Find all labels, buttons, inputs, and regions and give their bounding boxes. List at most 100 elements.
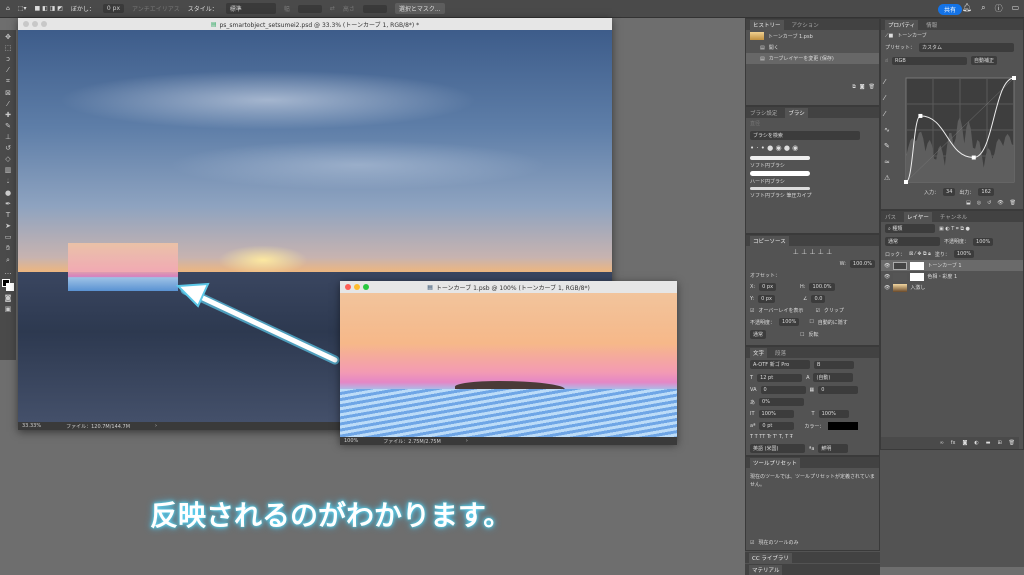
current-tool-checkbox[interactable]: ☑	[750, 540, 754, 546]
trash-icon[interactable]: 🗑︎	[1009, 440, 1015, 446]
gradient-icon[interactable]: ▥	[5, 166, 12, 174]
opacity-field[interactable]: 100%	[973, 237, 994, 246]
frame-icon[interactable]: ⊠	[5, 89, 11, 97]
zoom-level[interactable]: 100%	[344, 438, 358, 444]
language-select[interactable]: 英語 (米国)	[750, 444, 805, 453]
crop-icon[interactable]: ⌗	[6, 77, 10, 86]
move-icon[interactable]: ✥	[5, 33, 11, 41]
tab-brush-settings[interactable]: ブラシ設定	[750, 109, 777, 117]
weight-select[interactable]: B	[814, 360, 854, 369]
select-and-mask-button[interactable]: 選択とマスク...	[394, 3, 445, 14]
new-document-icon[interactable]: ⧉	[852, 84, 856, 90]
angle-field[interactable]: 0.0	[811, 295, 826, 303]
file-size[interactable]: ファイル：2.75M/2.75M	[383, 438, 441, 445]
close-button[interactable]	[23, 21, 29, 27]
hand-icon[interactable]: ✋︎	[6, 244, 10, 253]
screen-mode-icon[interactable]: ▣	[5, 305, 12, 313]
healing-icon[interactable]: ✚	[5, 111, 11, 119]
filter-icons[interactable]: ▣ ◐ T ⌗ ⧉ ●	[939, 226, 970, 232]
text-color-swatch[interactable]	[828, 422, 859, 430]
antialias-checkbox[interactable]: アンチエイリアス	[132, 4, 180, 13]
overlay-checkbox[interactable]: ☑	[750, 308, 754, 314]
curve-point[interactable]	[918, 113, 923, 118]
horizontal-scale[interactable]: 100%	[818, 410, 849, 418]
tab-brush[interactable]: ブラシ	[785, 107, 808, 118]
target-adjust-icon[interactable]: ☝	[885, 58, 888, 64]
view-previous-icon[interactable]: ◎	[977, 200, 981, 206]
lock-icons[interactable]: ⊠ ⁄ ✥ ⧉ 🔒︎	[909, 251, 931, 257]
blend-mode-select[interactable]: 通常	[885, 237, 940, 246]
color-swatches[interactable]	[2, 279, 14, 291]
kerning[interactable]: 0	[760, 386, 806, 394]
eyedropper-icon[interactable]: ⁄	[7, 100, 8, 108]
zoom-icon[interactable]: ⌕	[6, 256, 10, 265]
histogram-warning-icon[interactable]: ⚠	[884, 174, 890, 182]
height-field[interactable]: 100.0%	[809, 283, 835, 291]
tab-materials[interactable]: マテリアル	[749, 564, 783, 575]
feather-input[interactable]: 0 px	[102, 4, 125, 13]
tab-actions[interactable]: アクション	[792, 21, 819, 29]
gray-point-eyedropper-icon[interactable]: ⁄	[884, 94, 890, 102]
invert-checkbox[interactable]: 反転	[809, 331, 819, 338]
tab-layers[interactable]: レイヤー	[904, 211, 932, 222]
curve-edit-icon[interactable]: ∿	[884, 126, 890, 134]
workspace-icon[interactable]: ▭	[1012, 3, 1020, 14]
brush-preset[interactable]: ハード円ブラシ	[750, 178, 785, 185]
tab-character[interactable]: 文字	[750, 347, 768, 358]
channel-select[interactable]: RGB	[892, 56, 968, 65]
y-field[interactable]: 0 px	[758, 295, 775, 303]
pen-icon[interactable]: ✒	[5, 200, 11, 208]
selection-mode-icons[interactable]: ■ ◧ ◨ ◩	[35, 5, 63, 12]
visibility-icon[interactable]: 👁︎	[884, 274, 890, 280]
font-size[interactable]: 12 pt	[757, 373, 803, 382]
width-field[interactable]: 100.0%	[849, 260, 875, 268]
reset-icon[interactable]: ↺	[987, 200, 991, 206]
tab-info[interactable]: 情報	[926, 21, 937, 29]
output-value[interactable]: 162	[978, 188, 994, 196]
vertical-scale[interactable]: 100%	[758, 410, 794, 418]
tab-history[interactable]: ヒストリー	[750, 19, 784, 30]
clone-source-buttons[interactable]: ⊥ ⊥ ⊥ ⊥ ⊥	[746, 246, 879, 258]
blur-icon[interactable]: 💧︎	[7, 177, 10, 186]
leading[interactable]: (自動)	[813, 373, 854, 382]
curve-point[interactable]	[971, 155, 976, 160]
curves-graph[interactable]	[904, 76, 1016, 184]
trash-icon[interactable]: 🗑︎	[869, 84, 875, 90]
folder-icon[interactable]: ▬	[986, 440, 991, 446]
history-item[interactable]: ▤ 開く	[746, 42, 879, 53]
visibility-icon[interactable]: 👁︎	[884, 285, 890, 291]
history-snapshot[interactable]: トーンカーブ 1.psb	[746, 30, 879, 42]
baseline-shift[interactable]: 0 pt	[759, 422, 795, 430]
zoom-button[interactable]	[363, 284, 369, 290]
lasso-icon[interactable]: ↄ	[6, 55, 10, 63]
font-select[interactable]: A-OTF 新ゴ Pro	[750, 360, 810, 369]
white-point-eyedropper-icon[interactable]: ⁄	[884, 110, 890, 118]
adjustment-icon[interactable]: ◐	[974, 440, 978, 446]
brush-preset[interactable]: ソフト円ブラシ	[750, 162, 785, 169]
style-select[interactable]: 標準	[225, 3, 276, 14]
document-title-bar[interactable]: ▤ ps_smartobject_setsumei2.psd @ 33.3% (ト…	[18, 18, 612, 30]
new-layer-icon[interactable]: ⊞	[997, 440, 1001, 446]
layer-filter-select[interactable]: ⌕ 種類	[885, 224, 935, 233]
x-field[interactable]: 0 px	[759, 283, 777, 291]
home-icon[interactable]: ⌂	[6, 5, 10, 12]
minimize-button[interactable]	[354, 284, 360, 290]
tab-paragraph[interactable]: 段落	[775, 349, 786, 357]
curve-point[interactable]	[904, 180, 908, 184]
more-icon[interactable]: …	[5, 268, 12, 276]
document-title-bar-psb[interactable]: ▤ トーンカーブ 1.psb @ 100% (トーンカーブ 1, RGB/8*)	[340, 281, 677, 293]
quick-mask-icon[interactable]: ◙	[5, 294, 12, 302]
auto-hide-checkbox[interactable]: 自動的に隠す	[818, 319, 848, 326]
brush-search[interactable]: ブラシを検索	[750, 131, 860, 140]
help-icon[interactable]: ⓘ	[995, 3, 1003, 14]
trash-icon[interactable]: 🗑︎	[1010, 200, 1016, 206]
history-item-selected[interactable]: ▤ カーブレイヤーを変更 (保存)	[746, 53, 879, 64]
stamp-icon[interactable]: ⊥	[5, 133, 11, 141]
black-point-eyedropper-icon[interactable]: ⁄	[884, 78, 890, 86]
link-icon[interactable]: ∞	[940, 440, 944, 446]
blend-mode-select[interactable]: 通常	[750, 330, 767, 339]
marquee-icon[interactable]: ⬚	[5, 44, 12, 52]
tab-channels[interactable]: チャンネル	[940, 213, 967, 221]
type-icon[interactable]: T	[6, 211, 10, 219]
width-input[interactable]	[297, 4, 322, 13]
